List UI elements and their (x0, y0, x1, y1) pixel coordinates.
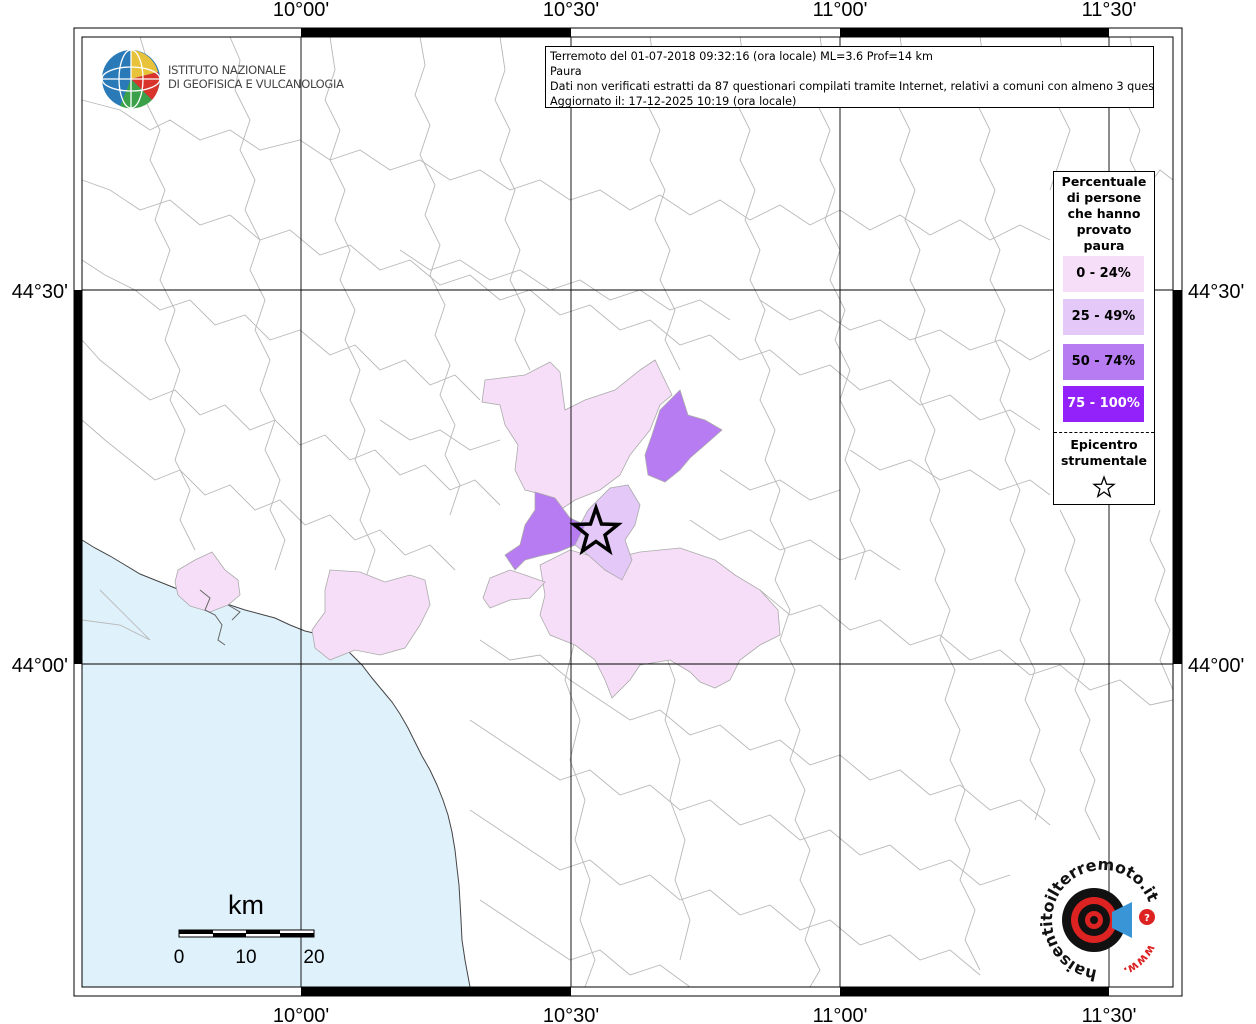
ingv-name: ISTITUTO NAZIONALE DI GEOFISICA E VULCAN… (168, 63, 344, 91)
lon-label: 10°30' (543, 0, 599, 21)
svg-text:www.: www. (1122, 942, 1159, 978)
legend-title-line: paura (1083, 238, 1125, 253)
legend-title-line: che hanno (1067, 206, 1141, 221)
legend-title-line: provato (1076, 222, 1132, 237)
ingv-globe-icon (101, 49, 161, 109)
legend-epicenter-label: Epicentro strumentale (1054, 437, 1154, 469)
map-parameter: Paura (550, 65, 582, 78)
lat-label: 44°30' (12, 281, 68, 303)
scale-tick: 20 (303, 947, 324, 968)
legend-class-0-24: 0 - 24% (1063, 256, 1144, 292)
ingv-line1: ISTITUTO NAZIONALE (168, 63, 286, 77)
legend-class-75-100: 75 - 100% (1063, 386, 1144, 422)
hst-logo-url: www. (1122, 942, 1159, 978)
legend-class-25-49: 25 - 49% (1063, 299, 1144, 335)
legend-epicenter-line: Epicentro (1070, 437, 1138, 452)
legend-title-line: di persone (1066, 190, 1142, 205)
lon-label: 10°00' (273, 1005, 329, 1024)
star-icon (1092, 475, 1116, 498)
haisentito-logo: ? haisentitoilterremoto.it www. (1032, 850, 1172, 990)
scale-tick: 10 (235, 947, 256, 968)
lon-label: 11°30' (1082, 1005, 1137, 1024)
update-timestamp: Aggiornato il: 17-12-2025 10:19 (ora loc… (550, 95, 797, 108)
lon-labels-bottom: 10°00' 10°30' 11°00' 11°30' (273, 1005, 1137, 1024)
legend-title: Percentuale di persone che hanno provato… (1054, 174, 1154, 254)
lat-label: 44°00' (1188, 655, 1244, 677)
legend-title-line: Percentuale (1061, 174, 1147, 189)
lon-label: 10°30' (543, 1005, 599, 1024)
ingv-line2: DI GEOFISICA E VULCANOLOGIA (168, 77, 344, 91)
lat-label: 44°00' (12, 655, 68, 677)
lon-label: 10°00' (273, 0, 329, 21)
scale-unit: km (228, 890, 264, 920)
legend-class-50-74: 50 - 74% (1063, 344, 1144, 380)
data-disclaimer: Dati non verificati estratti da 87 quest… (550, 80, 1154, 93)
lon-label: 11°00' (813, 1005, 868, 1024)
event-info-box: Terremoto del 01-07-2018 09:32:16 (ora l… (545, 46, 1154, 108)
lon-labels-top: 10°00' 10°30' 11°00' 11°30' (273, 0, 1137, 21)
legend: Percentuale di persone che hanno provato… (1053, 171, 1155, 505)
legend-epicenter-line: strumentale (1060, 453, 1148, 468)
legend-separator (1054, 432, 1154, 433)
lon-label: 11°00' (813, 0, 868, 21)
lat-label: 44°30' (1188, 281, 1244, 303)
haisentito-icon: ? haisentitoilterremoto.it www. (1037, 855, 1163, 985)
scale-tick: 0 (174, 947, 185, 968)
event-title: Terremoto del 01-07-2018 09:32:16 (ora l… (550, 50, 933, 63)
lon-label: 11°30' (1082, 0, 1137, 21)
svg-text:?: ? (1144, 913, 1150, 924)
